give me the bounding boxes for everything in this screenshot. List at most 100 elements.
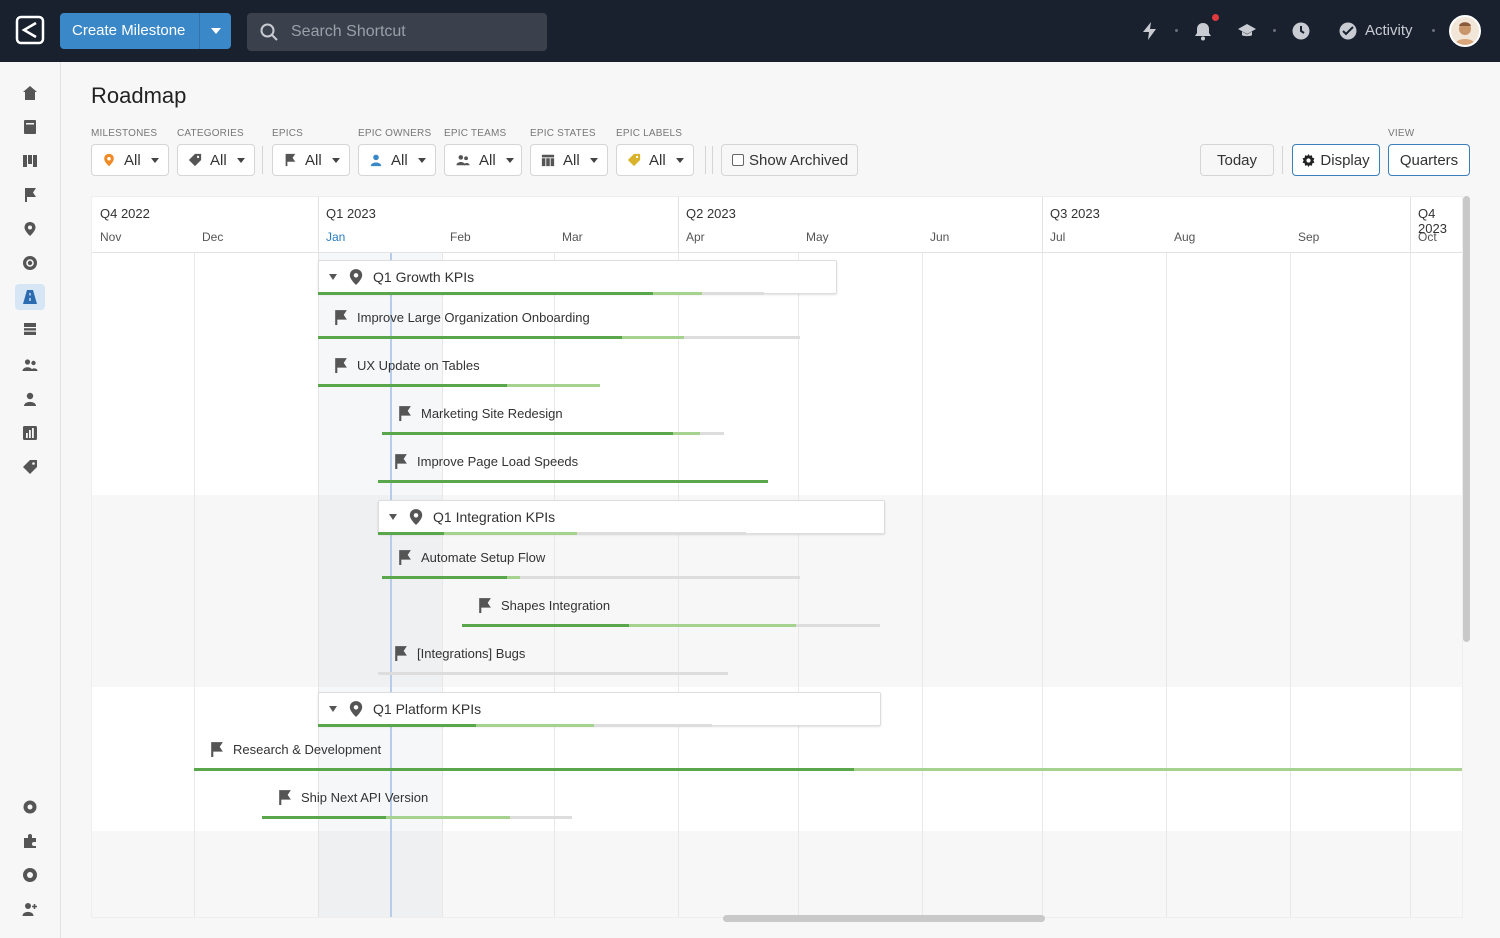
filter-epics[interactable]: All [272, 144, 350, 176]
flag-icon[interactable] [19, 184, 41, 206]
teams-icon[interactable] [19, 354, 41, 376]
filter-epic-owners[interactable]: All [358, 144, 436, 176]
clock-icon[interactable] [1291, 21, 1311, 41]
avatar[interactable] [1449, 15, 1481, 47]
progress-done [382, 576, 508, 579]
create-dropdown-icon[interactable] [199, 13, 231, 49]
milestone-row[interactable]: Q1 Integration KPIs [378, 500, 885, 534]
filter-epic-states[interactable]: All [530, 144, 608, 176]
help-icon[interactable] [19, 864, 41, 886]
roadmap-icon[interactable] [15, 284, 45, 310]
user-icon [369, 153, 383, 167]
bell-icon[interactable] [1193, 21, 1213, 41]
activity-label[interactable]: Activity [1365, 22, 1413, 39]
home-icon[interactable] [19, 82, 41, 104]
graduation-cap-icon[interactable] [1237, 21, 1257, 41]
collapse-icon[interactable] [329, 706, 337, 712]
filter-value: All [124, 151, 141, 169]
month-label: Jun [930, 230, 950, 244]
separator-dot [1273, 29, 1276, 32]
create-milestone-label[interactable]: Create Milestone [60, 13, 199, 49]
epic-name[interactable]: Improve Large Organization Onboarding [357, 310, 590, 325]
stories-icon[interactable] [19, 116, 41, 138]
epic-row[interactable]: [Integrations] Bugs [392, 645, 525, 662]
month-label: Aug [1174, 230, 1196, 244]
docs-icon[interactable] [19, 318, 41, 340]
filter-epic-labels[interactable]: All [616, 144, 694, 176]
divider [262, 146, 263, 174]
chevron-down-icon [236, 157, 245, 163]
milestone-name[interactable]: Q1 Platform KPIs [373, 701, 481, 717]
month-gridline [1166, 253, 1167, 917]
today-label: Today [1216, 151, 1258, 169]
epic-row[interactable]: UX Update on Tables [332, 357, 480, 374]
lightning-icon[interactable] [1140, 21, 1160, 41]
filter-categories[interactable]: All [177, 144, 255, 176]
labels-icon[interactable] [19, 456, 41, 478]
app-logo-icon[interactable] [14, 14, 46, 46]
filter-value: All [479, 151, 496, 169]
collapse-icon[interactable] [329, 274, 337, 280]
chevron-down-icon [417, 157, 426, 163]
epic-name[interactable]: Improve Page Load Speeds [417, 454, 578, 469]
progress-done [378, 480, 768, 483]
milestone-name[interactable]: Q1 Integration KPIs [433, 509, 555, 525]
flag-icon [283, 153, 297, 167]
epic-progress-bar [262, 816, 572, 819]
epic-name[interactable]: Automate Setup Flow [421, 550, 545, 565]
show-archived-toggle[interactable]: Show Archived [721, 144, 858, 176]
epic-name[interactable]: Shapes Integration [501, 598, 610, 613]
flag-icon [276, 789, 293, 806]
collapse-icon[interactable] [389, 514, 397, 520]
milestone-row[interactable]: Q1 Growth KPIs [318, 260, 837, 294]
epic-name[interactable]: Marketing Site Redesign [421, 406, 563, 421]
view-value: Quarters [1399, 151, 1459, 169]
milestone-icon[interactable] [19, 218, 41, 240]
kanban-icon[interactable] [19, 150, 41, 172]
progress-done [382, 432, 673, 435]
quarter-divider [1042, 197, 1043, 253]
iterations-icon[interactable] [19, 252, 41, 274]
horizontal-scrollbar[interactable] [723, 915, 1045, 922]
epic-row[interactable]: Improve Page Load Speeds [392, 453, 578, 470]
chevron-down-icon [331, 157, 340, 163]
reports-icon[interactable] [19, 422, 41, 444]
epic-name[interactable]: UX Update on Tables [357, 358, 480, 373]
epic-progress-bar [378, 672, 728, 675]
epic-row[interactable]: Shapes Integration [476, 597, 610, 614]
roadmap-timeline[interactable]: Q4 2022 Q1 2023 Q2 2023 Q3 2023 Q4 2023 Nov De… [91, 196, 1463, 918]
milestone-name[interactable]: Q1 Growth KPIs [373, 269, 474, 285]
milestone-progress-bar [318, 292, 764, 295]
month-label: Dec [202, 230, 224, 244]
epic-row[interactable]: Improve Large Organization Onboarding [332, 309, 590, 326]
top-bar: Create Milestone Search Shortcut Activit… [0, 0, 1500, 62]
user-icon[interactable] [19, 388, 41, 410]
view-select[interactable]: Quarters [1388, 144, 1470, 176]
progress-done [378, 532, 445, 535]
activity-icon[interactable] [1338, 21, 1358, 41]
epic-row[interactable]: Automate Setup Flow [396, 549, 545, 566]
epic-name[interactable]: Research & Development [233, 742, 381, 757]
epic-row[interactable]: Marketing Site Redesign [396, 405, 563, 422]
today-button[interactable]: Today [1200, 144, 1274, 176]
epic-name[interactable]: Ship Next API Version [301, 790, 428, 805]
filter-epic-teams[interactable]: All [444, 144, 522, 176]
vertical-scrollbar[interactable] [1463, 196, 1470, 642]
quarter-divider [678, 197, 679, 253]
epic-row[interactable]: Ship Next API Version [276, 789, 428, 806]
search-input[interactable]: Search Shortcut [247, 13, 547, 51]
create-milestone-button[interactable]: Create Milestone [60, 13, 231, 49]
show-archived-checkbox[interactable] [732, 154, 744, 166]
epic-row[interactable]: Research & Development [208, 741, 381, 758]
settings-icon[interactable] [19, 796, 41, 818]
chevron-down-icon [150, 157, 159, 163]
filter-milestones[interactable]: All [91, 144, 169, 176]
flag-icon [332, 357, 349, 374]
month-gridline [1042, 253, 1043, 917]
milestone-row[interactable]: Q1 Platform KPIs [318, 692, 881, 726]
invite-user-icon[interactable] [19, 898, 41, 920]
display-button[interactable]: Display [1292, 144, 1380, 176]
epic-name[interactable]: [Integrations] Bugs [417, 646, 525, 661]
month-gridline [1410, 253, 1411, 917]
integrations-icon[interactable] [19, 830, 41, 852]
